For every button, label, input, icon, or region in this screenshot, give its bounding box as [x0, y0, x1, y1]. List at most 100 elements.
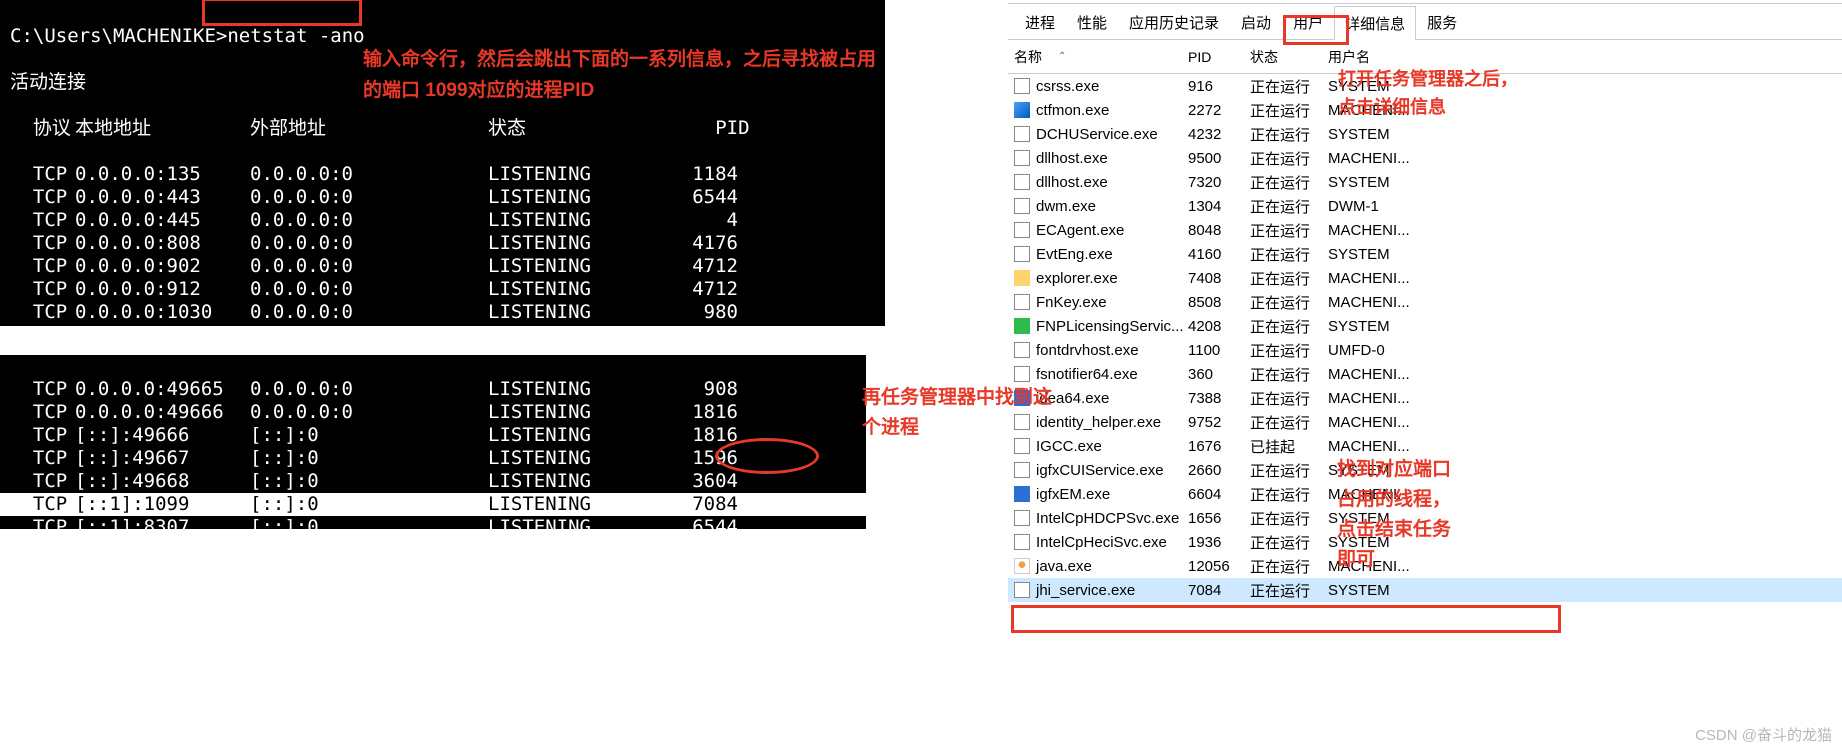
process-icon: [1014, 102, 1030, 118]
netstat-row: TCP0.0.0.0:33060.0.0.0:0LISTENING6692: [10, 324, 875, 347]
process-pid: 4160: [1188, 246, 1250, 263]
process-user: MACHENI...: [1328, 270, 1842, 287]
process-row[interactable]: FNPLicensingServic...4208正在运行SYSTEM: [1008, 314, 1842, 338]
process-status: 正在运行: [1250, 508, 1328, 529]
prompt: C:\Users\MACHENIKE>: [10, 25, 227, 47]
process-name: igfxCUIService.exe: [1036, 462, 1164, 479]
active-connections-label: 活动连接: [10, 71, 86, 93]
process-icon: [1014, 198, 1030, 214]
annotation-end-task-3: 点击结束任务: [1337, 516, 1451, 544]
process-user: SYSTEM: [1328, 174, 1842, 191]
process-row[interactable]: dllhost.exe7320正在运行SYSTEM: [1008, 170, 1842, 194]
process-user: MACHENI...: [1328, 294, 1842, 311]
process-icon: [1014, 78, 1030, 94]
process-status: 正在运行: [1250, 316, 1328, 337]
process-row[interactable]: ECAgent.exe8048正在运行MACHENI...: [1008, 218, 1842, 242]
annotation-open-taskmgr: 打开任务管理器之后，: [1338, 65, 1518, 93]
tab-启动[interactable]: 启动: [1230, 5, 1282, 39]
process-icon: [1014, 462, 1030, 478]
process-row[interactable]: idea64.exe7388正在运行MACHENI...: [1008, 386, 1842, 410]
process-name: DCHUService.exe: [1036, 126, 1158, 143]
netstat-row: TCP[::1]:8307[::]:0LISTENING6544: [10, 516, 856, 539]
process-name: identity_helper.exe: [1036, 414, 1161, 431]
annotation-find-process: 再任务管理器中找到这: [862, 384, 1052, 412]
command: netstat -ano: [227, 25, 364, 47]
process-status: 已挂起: [1250, 436, 1328, 457]
process-row[interactable]: identity_helper.exe9752正在运行MACHENI...: [1008, 410, 1842, 434]
process-icon: [1014, 534, 1030, 550]
process-row[interactable]: explorer.exe7408正在运行MACHENI...: [1008, 266, 1842, 290]
tab-详细信息[interactable]: 详细信息: [1334, 6, 1416, 40]
process-pid: 8048: [1188, 222, 1250, 239]
process-row[interactable]: dwm.exe1304正在运行DWM-1: [1008, 194, 1842, 218]
process-name: csrss.exe: [1036, 78, 1099, 95]
process-icon: [1014, 486, 1030, 502]
process-icon: [1014, 126, 1030, 142]
netstat-row: TCP0.0.0.0:1350.0.0.0:0LISTENING1184: [10, 163, 875, 186]
process-pid: 1676: [1188, 438, 1250, 455]
process-status: 正在运行: [1250, 412, 1328, 433]
process-name: dwm.exe: [1036, 198, 1096, 215]
process-status: 正在运行: [1250, 220, 1328, 241]
process-pid: 7320: [1188, 174, 1250, 191]
process-user: MACHENI...: [1328, 438, 1842, 455]
process-user: SYSTEM: [1328, 126, 1842, 143]
process-name: fsnotifier64.exe: [1036, 366, 1138, 383]
process-icon: [1014, 294, 1030, 310]
process-user: SYSTEM: [1328, 246, 1842, 263]
process-pid: 7084: [1188, 582, 1250, 599]
annotation-command: 输入命令行，然后会跳出下面的一系列信息，之后寻找被占用: [363, 46, 876, 74]
tab-性能[interactable]: 性能: [1066, 5, 1118, 39]
netstat-row: TCP0.0.0.0:4430.0.0.0:0LISTENING6544: [10, 186, 875, 209]
process-row[interactable]: java.exe12056正在运行MACHENI...: [1008, 554, 1842, 578]
netstat-row: TCP0.0.0.0:9120.0.0.0:0LISTENING4712: [10, 278, 875, 301]
process-status: 正在运行: [1250, 124, 1328, 145]
netstat-header-row: 协议本地地址外部地址状态 PID: [10, 117, 875, 140]
annotation-end-task-2: 占用的线程，: [1337, 486, 1451, 514]
tab-服务[interactable]: 服务: [1416, 5, 1468, 39]
process-name: jhi_service.exe: [1036, 582, 1135, 599]
task-manager-tabs: 进程性能应用历史记录启动用户详细信息服务: [1008, 4, 1842, 40]
process-status: 正在运行: [1250, 460, 1328, 481]
watermark: CSDN @奋斗的龙猫: [1695, 724, 1832, 745]
process-row[interactable]: fontdrvhost.exe1100正在运行UMFD-0: [1008, 338, 1842, 362]
process-row[interactable]: FnKey.exe8508正在运行MACHENI...: [1008, 290, 1842, 314]
process-name: dllhost.exe: [1036, 150, 1108, 167]
annotation-command-b: 的端口 1099对应的进程PID: [363, 77, 594, 105]
tab-应用历史记录[interactable]: 应用历史记录: [1118, 5, 1230, 39]
process-pid: 1304: [1188, 198, 1250, 215]
process-user: MACHENI...: [1328, 150, 1842, 167]
process-name: ctfmon.exe: [1036, 102, 1109, 119]
annotation-open-taskmgr-b: 点击详细信息: [1338, 93, 1446, 121]
sort-caret-icon: ⌃: [1058, 51, 1066, 62]
netstat-row: TCP0.0.0.0:496650.0.0.0:0LISTENING908: [10, 378, 856, 401]
process-icon: [1014, 558, 1030, 574]
tab-用户[interactable]: 用户: [1282, 5, 1334, 39]
process-row[interactable]: EvtEng.exe4160正在运行SYSTEM: [1008, 242, 1842, 266]
process-name: FNPLicensingServic...: [1036, 318, 1184, 335]
process-status: 正在运行: [1250, 388, 1328, 409]
process-user: MACHENI...: [1328, 414, 1842, 431]
process-pid: 9500: [1188, 150, 1250, 167]
process-row[interactable]: DCHUService.exe4232正在运行SYSTEM: [1008, 122, 1842, 146]
process-row[interactable]: fsnotifier64.exe360正在运行MACHENI...: [1008, 362, 1842, 386]
process-user: MACHENI...: [1328, 366, 1842, 383]
annotation-end-task-1: 找到对应端口: [1337, 456, 1451, 484]
tab-进程[interactable]: 进程: [1014, 5, 1066, 39]
process-pid: 7388: [1188, 390, 1250, 407]
netstat-row: TCP0.0.0.0:4450.0.0.0:0LISTENING4: [10, 209, 875, 232]
process-row[interactable]: jhi_service.exe7084正在运行SYSTEM: [1008, 578, 1842, 602]
process-icon: [1014, 318, 1030, 334]
process-row[interactable]: IGCC.exe1676已挂起MACHENI...: [1008, 434, 1842, 458]
process-user: MACHENI...: [1328, 558, 1842, 575]
process-icon: [1014, 246, 1030, 262]
process-pid: 916: [1188, 78, 1250, 95]
process-status: 正在运行: [1250, 76, 1328, 97]
annotation-end-task-4: 即可: [1337, 546, 1375, 574]
netstat-row: TCP0.0.0.0:10300.0.0.0:0LISTENING980: [10, 301, 875, 324]
process-pid: 1656: [1188, 510, 1250, 527]
process-row[interactable]: dllhost.exe9500正在运行MACHENI...: [1008, 146, 1842, 170]
process-user: MACHENI...: [1328, 390, 1842, 407]
process-pid: 1100: [1188, 342, 1250, 359]
process-pid: 2660: [1188, 462, 1250, 479]
